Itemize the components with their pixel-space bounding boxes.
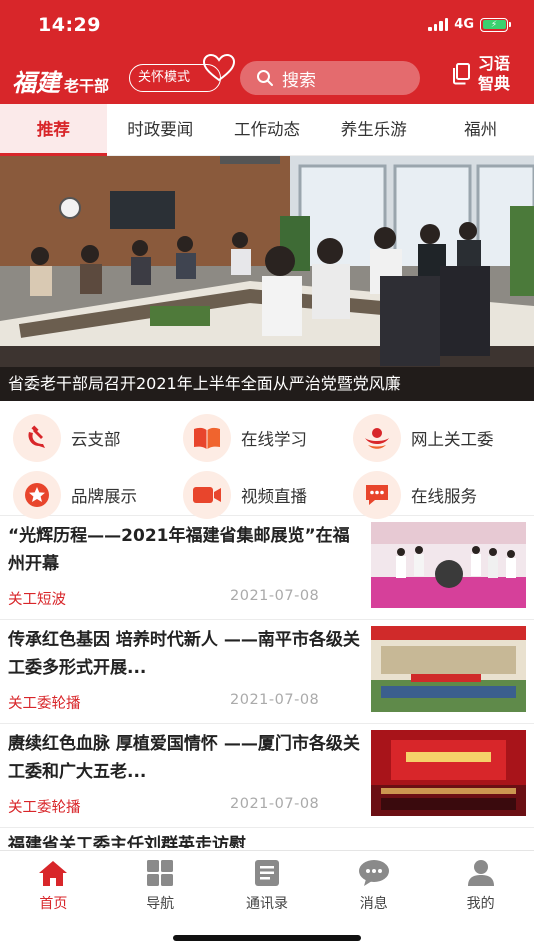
home-icon [37,859,69,887]
shortcut-label: 网上关工委 [411,429,494,449]
news-item[interactable]: “光辉历程——2021年福建省集邮展览”在福州开幕 关工短波 2021-07-0… [0,516,534,620]
copy-book-icon [453,63,470,85]
care-mode-button[interactable]: 关怀模式 [129,53,236,92]
logo-script: 福建 [12,68,60,97]
shortcut-video-live[interactable]: 视频直播 [170,470,340,519]
status-bar: 14:29 4G ⚡ [0,0,534,50]
tab-health-travel[interactable]: 养生乐游 [320,104,427,156]
tabbar-messages[interactable]: 消息 [320,851,427,921]
video-icon [183,470,231,519]
tabbar-label: 消息 [359,896,388,912]
signal-icon [428,18,449,31]
guangongwei-logo-icon [353,413,401,462]
tab-recommend[interactable]: 推荐 [0,103,107,156]
search-icon [257,70,273,86]
shortcut-online-committee[interactable]: 网上关工委 [340,413,510,462]
app-header: 福建 老干部 关怀模式 搜索 习语 智典 [0,50,534,104]
news-source: 关工委轮播 [8,800,81,816]
top-bar: 14:29 4G ⚡ 福建 老干部 关怀模式 搜索 习语 智典 [0,0,534,104]
news-title: 福建省关工委主任刘群英走访慰 [8,835,246,848]
home-indicator [173,935,361,941]
network-label: 4G [454,17,474,32]
news-item[interactable]: 赓续红色血脉 厚植爱国情怀 ——厦门市各级关工委和广大五老... 关工委轮播 2… [0,724,534,828]
news-title: 传承红色基因 培养时代新人 ——南平市各级关工委多形式开展... [8,630,360,678]
tab-work-news[interactable]: 工作动态 [214,104,321,156]
status-indicators: 4G ⚡ [428,17,511,32]
news-source: 关工短波 [8,592,66,608]
shortcut-label: 视频直播 [241,486,307,506]
heart-icon [202,53,236,82]
tabbar-label: 我的 [466,896,495,912]
news-title: “光辉历程——2021年福建省集邮展览”在福州开幕 [8,526,350,574]
shortcut-label: 品牌展示 [71,486,137,506]
app-logo: 福建 老干部 [12,63,109,98]
status-time: 14:29 [38,14,101,36]
shortcut-grid: 云支部 在线学习 网上关工委 品牌展示 视频直播 在线服务 [0,401,534,519]
tabbar-profile[interactable]: 我的 [427,851,534,921]
shortcut-cloud-branch[interactable]: 云支部 [0,413,170,462]
party-emblem-icon [13,413,61,462]
xiyu-zhidian-button[interactable]: 习语 智典 [450,54,522,94]
news-item-partial[interactable]: 福建省关工委主任刘群英走访慰 [0,828,534,848]
tabbar-navigation[interactable]: 导航 [107,851,214,921]
tabbar-label: 首页 [39,896,68,912]
news-list: “光辉历程——2021年福建省集邮展览”在福州开幕 关工短波 2021-07-0… [0,516,534,848]
news-thumbnail [371,730,526,816]
book-icon [183,413,231,462]
shortcut-label: 云支部 [71,429,121,449]
chat-icon [353,470,401,519]
news-title: 赓续红色血脉 厚植爱国情怀 ——厦门市各级关工委和广大五老... [8,734,360,782]
xiyu-line1: 习语 [478,54,511,73]
category-tabs: 推荐 时政要闻 工作动态 养生乐游 福州 [0,103,534,156]
message-icon [358,859,390,887]
banner-caption: 省委老干部局召开2021年上半年全面从严治党暨党风廉 [0,367,534,401]
tabbar-label: 导航 [146,896,175,912]
contacts-icon [252,859,282,887]
news-thumbnail [371,522,526,608]
tabbar-home[interactable]: 首页 [0,851,107,921]
banner-carousel[interactable]: 省委老干部局召开2021年上半年全面从严治党暨党风廉 [0,156,534,401]
shortcut-label: 在线服务 [411,486,477,506]
shortcut-online-learning[interactable]: 在线学习 [170,413,340,462]
star-icon [13,470,61,519]
care-mode-label: 关怀模式 [138,70,191,85]
tabbar-label: 通讯录 [245,896,288,912]
news-thumbnail [371,626,526,712]
news-date: 2021-07-08 [230,796,320,812]
battery-icon: ⚡ [480,17,511,32]
tab-politics[interactable]: 时政要闻 [107,104,214,156]
banner-photo [0,156,534,401]
user-icon [466,859,496,887]
news-source: 关工委轮播 [8,696,81,712]
search-bar[interactable]: 搜索 [240,61,420,95]
logo-sub: 老干部 [64,77,110,95]
search-placeholder: 搜索 [282,70,316,91]
tabbar-contacts[interactable]: 通讯录 [214,851,321,921]
shortcut-brand-display[interactable]: 品牌展示 [0,470,170,519]
shortcut-online-service[interactable]: 在线服务 [340,470,510,519]
bottom-tab-bar: 首页 导航 通讯录 消息 我的 [0,850,534,950]
xiyu-line2: 智典 [478,74,511,93]
news-date: 2021-07-08 [230,588,320,604]
grid-icon [145,859,175,887]
news-item[interactable]: 传承红色基因 培养时代新人 ——南平市各级关工委多形式开展... 关工委轮播 2… [0,620,534,724]
tab-fuzhou[interactable]: 福州 [427,104,534,156]
shortcut-label: 在线学习 [241,429,307,449]
news-date: 2021-07-08 [230,692,320,708]
